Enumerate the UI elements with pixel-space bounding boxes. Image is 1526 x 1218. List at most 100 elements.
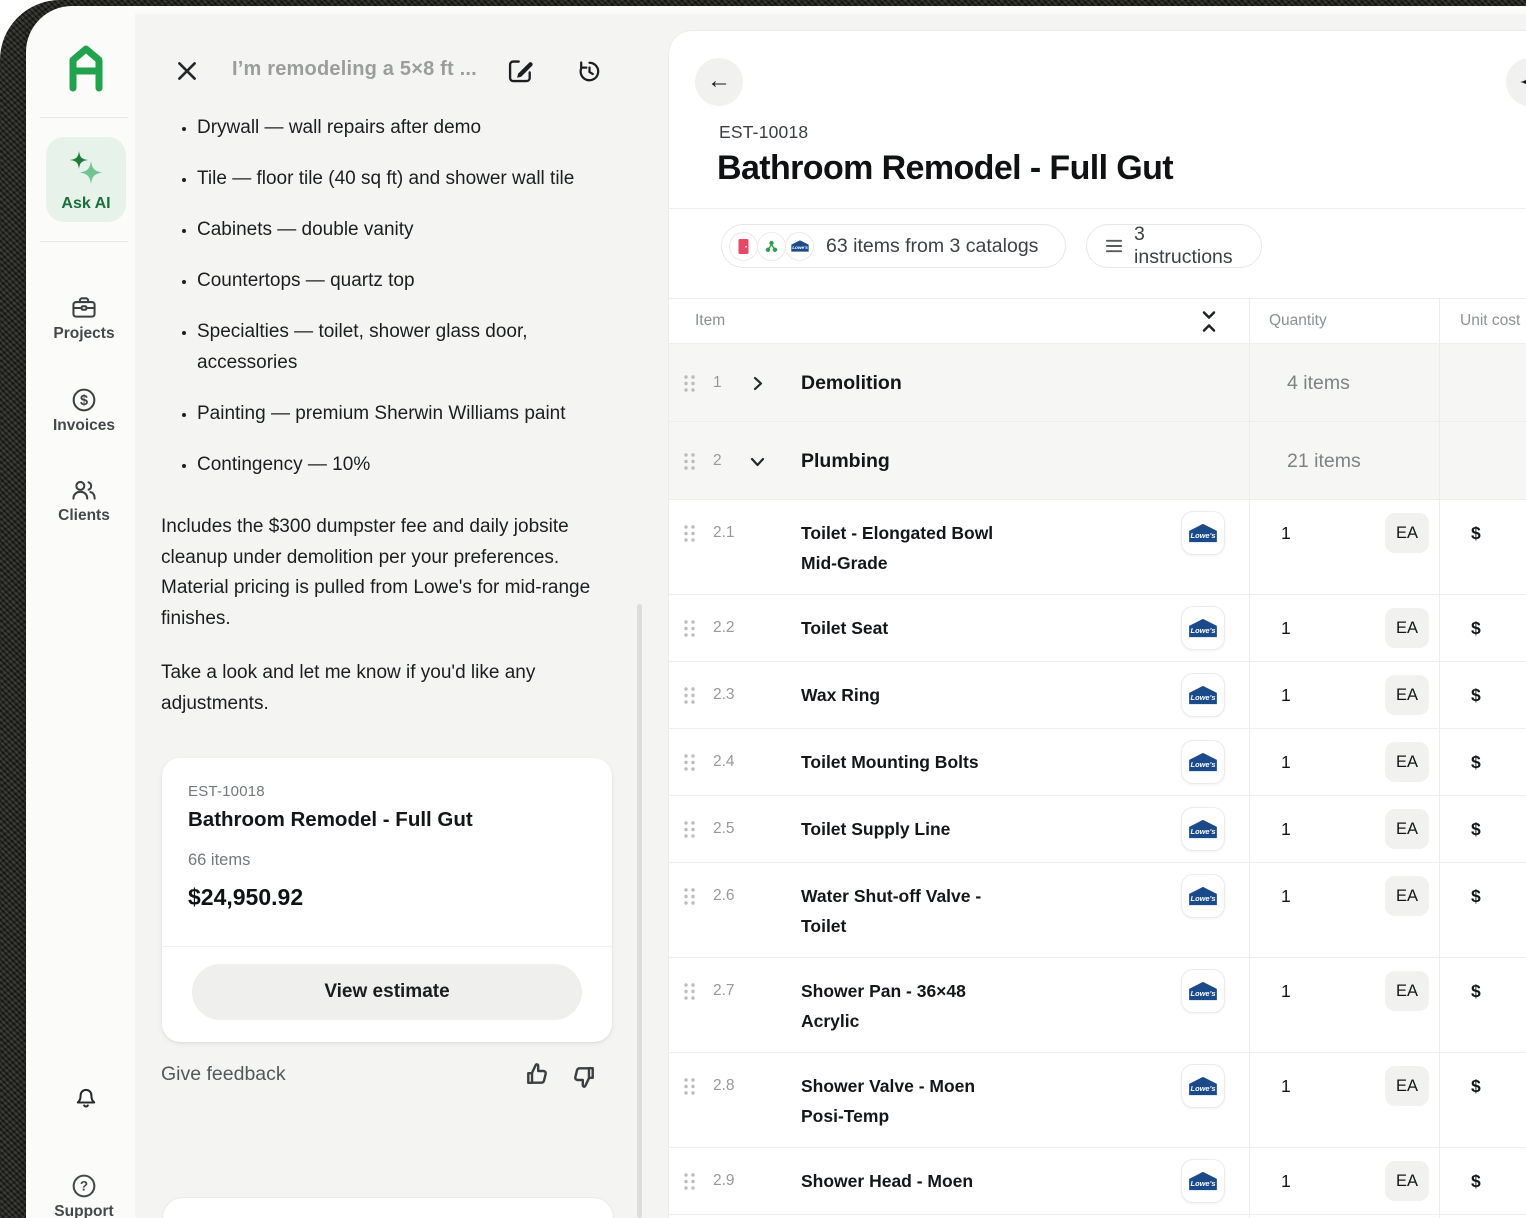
lowes-catalog-badge[interactable]: Lowe's — [1181, 606, 1225, 650]
table-item-row[interactable]: 2.6 Water Shut-off Valve - Toilet Lowe's… — [669, 863, 1526, 958]
table-item-row[interactable]: 2.4 Toilet Mounting Bolts Lowe's 1 EA $ — [669, 729, 1526, 796]
estimate-card[interactable]: EST-10018 Bathroom Remodel - Full Gut 66… — [162, 758, 612, 1042]
lowes-logo-icon: Lowe's — [1187, 522, 1219, 544]
lowes-logo-icon: Lowe's — [1187, 1075, 1219, 1097]
sidebar-item-clients[interactable]: Clients — [33, 476, 135, 525]
item-quantity[interactable]: 1 — [1281, 680, 1291, 710]
table-item-row[interactable]: 2.3 Wax Ring Lowe's 1 EA $ — [669, 662, 1526, 729]
item-unit-cost[interactable]: $ — [1471, 881, 1481, 911]
table-item-row[interactable]: 2.7 Shower Pan - 36×48 Acrylic Lowe's 1 … — [669, 958, 1526, 1053]
sidebar-item-projects[interactable]: Projects — [33, 294, 135, 343]
item-unit[interactable]: EA — [1385, 513, 1429, 553]
item-unit-cost[interactable]: $ — [1471, 613, 1481, 643]
item-unit-cost[interactable]: $ — [1471, 976, 1481, 1006]
lowes-catalog-badge[interactable]: Lowe's — [1181, 874, 1225, 918]
item-unit[interactable]: EA — [1385, 675, 1429, 715]
drag-handle-icon[interactable] — [683, 820, 696, 844]
item-quantity[interactable]: 1 — [1281, 747, 1291, 777]
chat-scrollbar[interactable] — [637, 604, 642, 1218]
item-unit-cost[interactable]: $ — [1471, 747, 1481, 777]
lowes-catalog-badge[interactable]: Lowe's — [1181, 673, 1225, 717]
table-group-row[interactable]: 2 Plumbing 21 items — [669, 422, 1526, 500]
sidebar-item-support[interactable]: ? Support — [33, 1172, 135, 1218]
close-chat-icon[interactable] — [174, 58, 202, 86]
drag-handle-icon[interactable] — [683, 524, 696, 548]
chevron-down-icon[interactable] — [749, 453, 766, 475]
svg-text:Lowe's: Lowe's — [1191, 1179, 1216, 1188]
table-item-row[interactable]: 2.8 Shower Valve - Moen Posi-Temp Lowe's… — [669, 1053, 1526, 1148]
thumbs-down-icon[interactable] — [570, 1062, 599, 1096]
thumbs-up-icon[interactable] — [522, 1060, 551, 1094]
item-quantity[interactable]: 1 — [1281, 1166, 1291, 1196]
ask-ai-button[interactable]: Ask AI — [46, 137, 126, 222]
item-quantity[interactable]: 1 — [1281, 881, 1291, 911]
item-unit[interactable]: EA — [1385, 809, 1429, 849]
table-item-row[interactable]: 2.1 Toilet - Elongated Bowl Mid-Grade Lo… — [669, 500, 1526, 595]
item-quantity[interactable]: 1 — [1281, 518, 1291, 548]
group-items-count: 21 items — [1287, 446, 1361, 476]
item-number: 2.9 — [713, 1166, 735, 1196]
chat-history-icon[interactable] — [576, 58, 603, 90]
item-unit-cost[interactable]: $ — [1471, 814, 1481, 844]
view-estimate-button[interactable]: View estimate — [192, 964, 582, 1020]
item-unit[interactable]: EA — [1385, 608, 1429, 648]
item-unit-cost[interactable]: $ — [1471, 1071, 1481, 1101]
drag-handle-icon[interactable] — [683, 982, 696, 1006]
item-name: Water Shut-off Valve - Toilet — [801, 881, 1016, 941]
item-quantity[interactable]: 1 — [1281, 976, 1291, 1006]
column-header-item[interactable]: Item — [695, 312, 725, 330]
lowes-catalog-badge[interactable]: Lowe's — [1181, 511, 1225, 555]
back-button[interactable]: ← — [695, 58, 743, 106]
table-group-row[interactable]: 1 Demolition 4 items — [669, 344, 1526, 422]
item-quantity[interactable]: 1 — [1281, 613, 1291, 643]
item-quantity[interactable]: 1 — [1281, 814, 1291, 844]
item-number: 2.4 — [713, 747, 735, 777]
drag-handle-icon[interactable] — [683, 374, 696, 398]
table-item-row[interactable]: 2.9 Shower Head - Moen Lowe's 1 EA $ — [669, 1148, 1526, 1215]
item-unit[interactable]: EA — [1385, 876, 1429, 916]
header-action-button[interactable] — [1506, 58, 1526, 106]
lowes-catalog-badge[interactable]: Lowe's — [1181, 807, 1225, 851]
drag-handle-icon[interactable] — [683, 1172, 696, 1196]
lowes-catalog-badge[interactable]: Lowe's — [1181, 1064, 1225, 1108]
catalog-green-icon — [757, 232, 786, 261]
item-unit-cost[interactable]: $ — [1471, 1166, 1481, 1196]
bullet-text: Tile — floor tile (40 sq ft) and shower … — [197, 168, 574, 189]
drag-handle-icon[interactable] — [683, 619, 696, 643]
item-unit[interactable]: EA — [1385, 742, 1429, 782]
item-quantity[interactable]: 1 — [1281, 1071, 1291, 1101]
lowes-catalog-badge[interactable]: Lowe's — [1181, 969, 1225, 1013]
lowes-logo-icon: Lowe's — [1187, 980, 1219, 1002]
lowes-catalog-badge[interactable]: Lowe's — [1181, 740, 1225, 784]
drag-handle-icon[interactable] — [683, 753, 696, 777]
new-chat-icon[interactable] — [506, 57, 534, 90]
back-arrow-icon: ← — [707, 67, 731, 95]
handoff-logo[interactable] — [64, 44, 108, 97]
column-header-unit-cost[interactable]: Unit cost — [1460, 312, 1520, 330]
table-item-row[interactable]: 2.2 Toilet Seat Lowe's 1 EA $ — [669, 595, 1526, 662]
chevron-right-icon[interactable] — [749, 375, 766, 397]
drag-handle-icon[interactable] — [683, 887, 696, 911]
catalogs-badge[interactable]: Lowe's 63 items from 3 catalogs — [721, 224, 1066, 268]
instructions-badge[interactable]: 3 instructions — [1086, 224, 1262, 268]
drag-handle-icon[interactable] — [683, 452, 696, 476]
chat-title[interactable]: I’m remodeling a 5×8 ft ... — [232, 58, 477, 81]
sidebar-item-invoices[interactable]: $ Invoices — [33, 386, 135, 435]
lowes-catalog-badge[interactable]: Lowe's — [1181, 1159, 1225, 1203]
drag-handle-icon[interactable] — [683, 1077, 696, 1101]
item-unit[interactable]: EA — [1385, 1161, 1429, 1201]
svg-text:?: ? — [80, 1179, 88, 1194]
sidebar-item-label: Invoices — [33, 417, 135, 435]
item-unit[interactable]: EA — [1385, 1066, 1429, 1106]
notifications-bell-icon[interactable] — [73, 1082, 99, 1115]
drag-handle-icon[interactable] — [683, 686, 696, 710]
column-header-quantity[interactable]: Quantity — [1269, 312, 1327, 330]
item-unit-cost[interactable]: $ — [1471, 518, 1481, 548]
collapse-all-icon[interactable] — [1199, 308, 1219, 340]
table-item-row[interactable]: 2.5 Toilet Supply Line Lowe's 1 EA $ — [669, 796, 1526, 863]
chat-input[interactable] — [162, 1197, 614, 1218]
item-unit[interactable]: EA — [1385, 971, 1429, 1011]
lowes-logo-icon: Lowe's — [1187, 684, 1219, 706]
item-unit-cost[interactable]: $ — [1471, 680, 1481, 710]
lowes-logo-icon: Lowe's — [1187, 818, 1219, 840]
